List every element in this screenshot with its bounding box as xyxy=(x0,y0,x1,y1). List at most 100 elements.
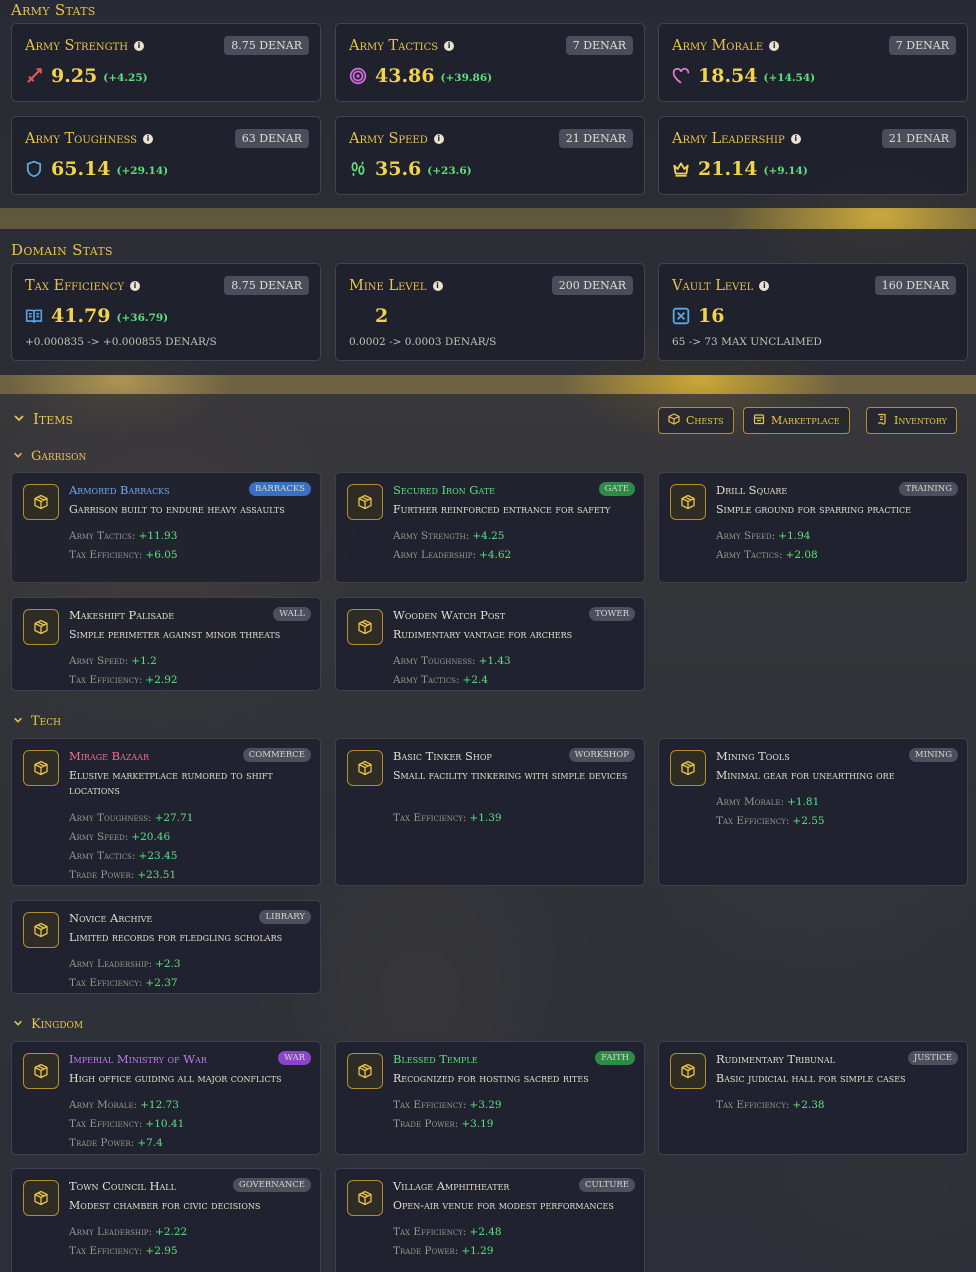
item-tag: TOWER xyxy=(589,607,635,621)
item-card-makeshift-palisade[interactable]: Makeshift Palisade WALL Simple perimeter a… xyxy=(11,597,321,691)
stat-card-army-tactics[interactable]: Army Tactics i 7 DENAR 43.86 (+39.86) xyxy=(335,23,645,102)
item-stat-label: Army Toughness: xyxy=(393,655,476,667)
item-description: Recognized for hosting sacred rites xyxy=(393,1072,589,1085)
upgrade-price-button[interactable]: 200 DENAR xyxy=(551,276,633,295)
stat-value-row: 65.14 (+29.14) xyxy=(25,158,168,180)
item-name: Town Council Hall xyxy=(69,1179,176,1193)
marketplace-button[interactable]: Marketplace xyxy=(743,407,850,434)
item-card-armored-barracks[interactable]: Armored Barracks BARRACKS Garrison built t… xyxy=(11,472,321,583)
inventory-button[interactable]: Inventory xyxy=(866,407,957,434)
item-stat: Army Toughness: +27.71 xyxy=(69,812,193,824)
stat-value: 2 xyxy=(375,305,389,327)
upgrade-price-button[interactable]: 8.75 DENAR xyxy=(224,36,309,55)
upgrade-price-button[interactable]: 8.75 DENAR xyxy=(224,276,309,295)
item-card-imperial-ministry-of-war[interactable]: Imperial Ministry of War WAR High office g… xyxy=(11,1041,321,1155)
item-stat-value: +2.37 xyxy=(145,977,178,989)
item-description: Simple ground for sparring practice xyxy=(716,503,911,516)
item-stat-value: +6.05 xyxy=(145,549,178,561)
item-box-icon xyxy=(23,912,59,948)
stat-card-army-leadership[interactable]: Army Leadership i 21 DENAR 21.14 (+9.14) xyxy=(658,116,968,195)
item-stat-value: +1.39 xyxy=(469,812,502,824)
stat-label: Army Speed xyxy=(349,131,428,147)
item-tag: JUSTICE xyxy=(907,1051,958,1065)
upgrade-price-button[interactable]: 7 DENAR xyxy=(888,36,956,55)
items-header[interactable]: Items xyxy=(13,410,73,428)
item-stat: Tax Efficiency: +2.95 xyxy=(69,1245,178,1257)
upgrade-price-button[interactable]: 160 DENAR xyxy=(874,276,956,295)
item-tag: FAITH xyxy=(595,1051,635,1065)
stat-rate: 0.0002 -> 0.0003 DENAR/S xyxy=(349,336,497,348)
item-box-icon xyxy=(23,1180,59,1216)
item-card-basic-tinker-shop[interactable]: Basic Tinker Shop WORKSHOP Small facility … xyxy=(335,738,645,886)
item-card-drill-square[interactable]: Drill Square TRAINING Simple ground for sp… xyxy=(658,472,968,583)
item-box-icon xyxy=(670,1053,706,1089)
item-tag: LIBRARY xyxy=(259,910,311,924)
chevron-down-icon xyxy=(13,410,25,428)
item-card-town-council-hall[interactable]: Town Council Hall GOVERNANCE Modest chambe… xyxy=(11,1168,321,1272)
item-stat-value: +2.08 xyxy=(785,549,818,561)
item-stat-value: +2.4 xyxy=(462,674,489,686)
stat-card-army-speed[interactable]: Army Speed i 21 DENAR 35.6 (+23.6) xyxy=(335,116,645,195)
items-title: Items xyxy=(33,410,74,428)
sword-icon xyxy=(25,67,43,85)
info-icon[interactable]: i xyxy=(143,134,154,144)
info-icon[interactable]: i xyxy=(759,281,770,291)
group-header-tech[interactable]: Tech xyxy=(13,714,61,729)
item-box-icon xyxy=(23,750,59,786)
item-stat-value: +20.46 xyxy=(131,831,171,843)
info-icon[interactable]: i xyxy=(129,281,140,291)
item-card-novice-archive[interactable]: Novice Archive LIBRARY Limited records for… xyxy=(11,900,321,994)
item-description: Elusive marketplace rumored to shift loc… xyxy=(69,769,273,797)
book-icon xyxy=(25,307,43,325)
item-description: Further reinforced entrance for safety xyxy=(393,503,611,516)
item-stat-value: +23.51 xyxy=(137,869,177,881)
item-card-mirage-bazaar[interactable]: Mirage Bazaar COMMERCE Elusive marketplace… xyxy=(11,738,321,886)
item-stat-label: Army Leadership: xyxy=(393,549,477,561)
info-icon[interactable]: i xyxy=(769,41,780,51)
stat-card-vault-level[interactable]: Vault Level i 160 DENAR 16 65 -> 73 MAX UNCL… xyxy=(658,263,968,361)
chests-button[interactable]: Chests xyxy=(658,407,734,434)
info-icon[interactable]: i xyxy=(432,281,443,291)
item-stat-label: Tax Efficiency: xyxy=(393,1099,467,1111)
stat-delta: (+14.54) xyxy=(763,72,816,84)
item-stat-value: +3.29 xyxy=(469,1099,502,1111)
group-title: Garrison xyxy=(31,449,87,464)
item-card-wooden-watch-post[interactable]: Wooden Watch Post TOWER Rudimentary vantag… xyxy=(335,597,645,691)
info-icon[interactable]: i xyxy=(433,134,444,144)
stat-value: 43.86 xyxy=(375,65,435,87)
info-icon[interactable]: i xyxy=(790,134,801,144)
group-header-garrison[interactable]: Garrison xyxy=(13,449,86,464)
stat-card-army-toughness[interactable]: Army Toughness i 63 DENAR 65.14 (+29.14) xyxy=(11,116,321,195)
stat-card-tax-efficiency[interactable]: Tax Efficiency i 8.75 DENAR 41.79 (+36.79) +0… xyxy=(11,263,321,361)
item-name: Secured Iron Gate xyxy=(393,483,495,497)
item-card-village-amphitheater[interactable]: Village Amphitheater CULTURE Open-air venu… xyxy=(335,1168,645,1272)
chevron-down-icon xyxy=(13,1017,23,1032)
upgrade-price-button[interactable]: 21 DENAR xyxy=(881,129,956,148)
item-card-rudimentary-tribunal[interactable]: Rudimentary Tribunal JUSTICE Basic judicia… xyxy=(658,1041,968,1155)
item-stat: Trade Power: +3.19 xyxy=(393,1118,494,1130)
item-tag: COMMERCE xyxy=(242,748,311,762)
item-stat: Tax Efficiency: +2.48 xyxy=(393,1226,502,1238)
upgrade-price-button[interactable]: 21 DENAR xyxy=(558,129,633,148)
item-stat-label: Army Speed: xyxy=(69,655,129,667)
stat-card-army-strength[interactable]: Army Strength i 8.75 DENAR 9.25 (+4.25) xyxy=(11,23,321,102)
group-header-kingdom[interactable]: Kingdom xyxy=(13,1017,83,1032)
item-stat-label: Trade Power: xyxy=(393,1118,459,1130)
item-card-secured-iron-gate[interactable]: Secured Iron Gate GATE Further reinforced … xyxy=(335,472,645,583)
stat-card-army-morale[interactable]: Army Morale i 7 DENAR 18.54 (+14.54) xyxy=(658,23,968,102)
stat-card-mine-level[interactable]: Mine Level i 200 DENAR 2 0.0002 -> 0.0003 DE… xyxy=(335,263,645,361)
upgrade-price-button[interactable]: 7 DENAR xyxy=(565,36,633,55)
item-stat-label: Tax Efficiency: xyxy=(69,1118,143,1130)
item-description: Basic judicial hall for simple cases xyxy=(716,1072,906,1085)
item-card-blessed-temple[interactable]: Blessed Temple FAITH Recognized for hostin… xyxy=(335,1041,645,1155)
item-stat-label: Tax Efficiency: xyxy=(69,549,143,561)
info-icon[interactable]: i xyxy=(134,41,145,51)
item-card-mining-tools[interactable]: Mining Tools MINING Minimal gear for unear… xyxy=(658,738,968,886)
chevron-down-icon xyxy=(13,449,23,464)
item-description: Simple perimeter against minor threats xyxy=(69,628,281,641)
stat-label-row: Army Strength i xyxy=(25,38,145,54)
upgrade-price-button[interactable]: 63 DENAR xyxy=(234,129,309,148)
info-icon[interactable]: i xyxy=(444,41,455,51)
stat-value: 41.79 xyxy=(51,305,111,327)
item-stat-label: Army Tactics: xyxy=(69,850,136,862)
